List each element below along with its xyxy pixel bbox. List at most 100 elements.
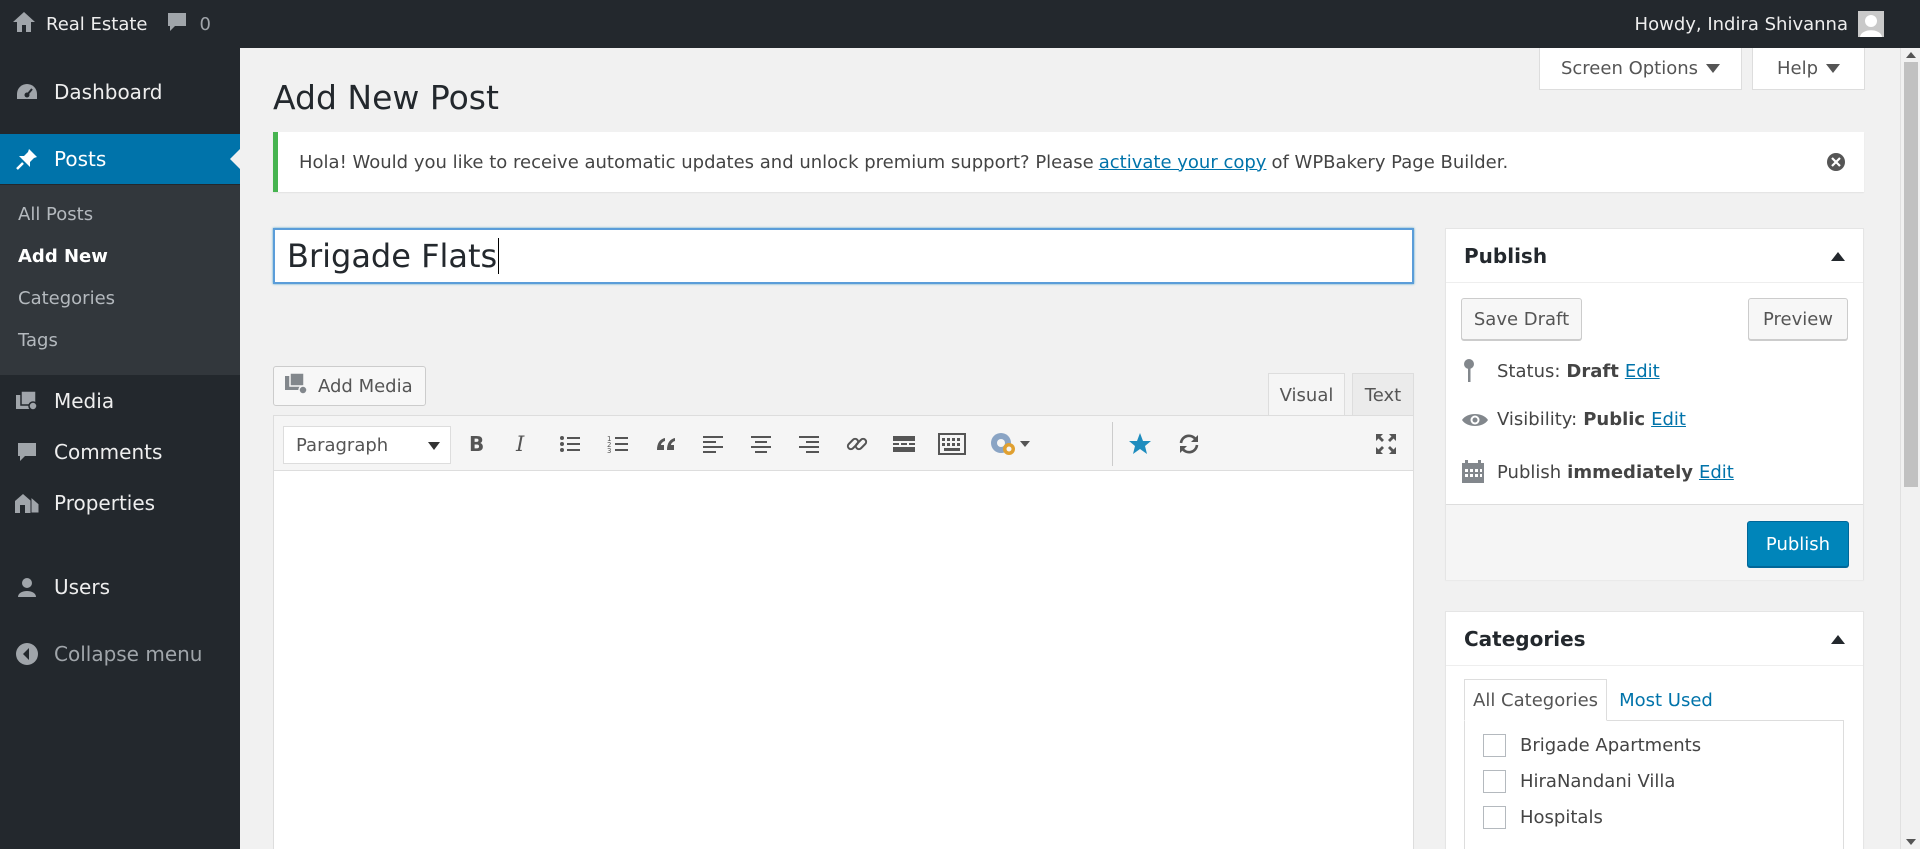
page-scrollbar[interactable] bbox=[1900, 48, 1920, 849]
scroll-down-arrow-icon[interactable] bbox=[1906, 839, 1916, 845]
align-left-button[interactable] bbox=[697, 428, 729, 460]
category-checkbox[interactable] bbox=[1483, 734, 1506, 757]
category-item[interactable]: HiraNandani Villa bbox=[1483, 770, 1675, 793]
refresh-button[interactable] bbox=[1173, 428, 1205, 460]
fullscreen-button[interactable] bbox=[1370, 428, 1402, 460]
insert-link-button[interactable] bbox=[841, 428, 873, 460]
edit-publish-time-link[interactable]: Edit bbox=[1699, 462, 1734, 483]
category-item[interactable]: Hospitals bbox=[1483, 806, 1603, 829]
site-name-link[interactable]: Real Estate bbox=[12, 11, 148, 38]
shortcodes-dropdown-button[interactable] bbox=[986, 428, 1034, 460]
admin-bar: Real Estate 0 Howdy, Indira Shivanna bbox=[0, 0, 1920, 48]
save-draft-button[interactable]: Save Draft bbox=[1461, 298, 1582, 340]
visibility-row: Visibility: Public Edit bbox=[1461, 409, 1686, 430]
sidebar-item-properties[interactable]: Properties bbox=[0, 478, 240, 528]
collapse-arrow-icon bbox=[0, 642, 54, 666]
category-label: Brigade Apartments bbox=[1520, 735, 1702, 756]
dismiss-notice-icon[interactable] bbox=[1826, 152, 1846, 177]
pushpin-icon bbox=[0, 147, 54, 171]
preview-button[interactable]: Preview bbox=[1748, 298, 1848, 340]
comment-bubble-icon bbox=[166, 12, 200, 37]
align-center-button[interactable] bbox=[745, 428, 777, 460]
collapse-toggle-icon[interactable] bbox=[1831, 635, 1845, 644]
italic-icon: I bbox=[515, 433, 525, 455]
read-more-button[interactable] bbox=[888, 428, 920, 460]
sidebar-item-media[interactable]: Media bbox=[0, 376, 240, 426]
submenu-all-posts[interactable]: All Posts bbox=[18, 204, 93, 225]
align-left-icon bbox=[703, 436, 723, 453]
user-icon bbox=[0, 576, 54, 598]
align-right-button[interactable] bbox=[793, 428, 825, 460]
edit-visibility-link[interactable]: Edit bbox=[1651, 409, 1686, 430]
editor-toolbar: Paragraph B I 123 bbox=[273, 415, 1414, 471]
scrollbar-thumb[interactable] bbox=[1904, 62, 1918, 487]
add-media-icon bbox=[284, 371, 310, 401]
collapse-toggle-icon[interactable] bbox=[1831, 252, 1845, 261]
comments-link[interactable]: 0 bbox=[166, 12, 211, 37]
tab-most-used[interactable]: Most Used bbox=[1607, 679, 1721, 721]
categories-box-title: Categories bbox=[1464, 626, 1586, 651]
sidebar-item-users[interactable]: Users bbox=[0, 562, 240, 612]
home-icon bbox=[12, 11, 46, 38]
my-account-menu[interactable]: Howdy, Indira Shivanna bbox=[1635, 0, 1884, 48]
italic-button[interactable]: I bbox=[506, 428, 538, 460]
visibility-value: Public bbox=[1583, 409, 1646, 430]
help-button[interactable]: Help bbox=[1752, 48, 1865, 90]
numbered-list-button[interactable]: 123 bbox=[602, 428, 634, 460]
publish-box: Publish Save Draft Preview Status: Draft… bbox=[1445, 228, 1864, 580]
blockquote-button[interactable] bbox=[650, 428, 682, 460]
category-item[interactable]: Brigade Apartments bbox=[1483, 734, 1701, 757]
edit-status-link[interactable]: Edit bbox=[1625, 361, 1660, 382]
sidebar-item-comments[interactable]: Comments bbox=[0, 427, 240, 477]
bulleted-list-button[interactable] bbox=[554, 428, 586, 460]
format-select[interactable]: Paragraph bbox=[283, 426, 451, 464]
post-title-input[interactable]: Brigade Flats bbox=[273, 228, 1414, 284]
sidebar-item-label: Properties bbox=[54, 491, 156, 515]
caret-down-icon bbox=[1826, 64, 1841, 73]
bold-button[interactable]: B bbox=[460, 428, 492, 460]
tab-all-categories[interactable]: All Categories bbox=[1464, 679, 1608, 721]
bulleted-list-icon bbox=[560, 436, 580, 452]
publish-button[interactable]: Publish bbox=[1747, 521, 1849, 567]
category-tabs: All Categories Most Used bbox=[1464, 679, 1721, 721]
tab-visual[interactable]: Visual bbox=[1268, 373, 1345, 416]
favorite-button[interactable] bbox=[1124, 428, 1156, 460]
submenu-add-new[interactable]: Add New bbox=[18, 246, 108, 267]
blockquote-icon bbox=[657, 438, 675, 450]
categories-box-header[interactable]: Categories bbox=[1446, 612, 1863, 666]
houses-icon bbox=[0, 492, 54, 514]
collapse-menu-label: Collapse menu bbox=[54, 642, 203, 666]
collapse-menu-button[interactable]: Collapse menu bbox=[0, 629, 240, 679]
wpbakery-notice: Hola! Would you like to receive automati… bbox=[273, 132, 1864, 192]
sidebar-item-label: Users bbox=[54, 575, 111, 599]
sidebar-item-posts[interactable]: Posts bbox=[0, 134, 240, 184]
sidebar-item-label: Media bbox=[54, 389, 115, 413]
screen-options-button[interactable]: Screen Options bbox=[1539, 48, 1742, 90]
main-content: Screen Options Help Add New Post Hola! W… bbox=[240, 48, 1900, 849]
add-media-button[interactable]: Add Media bbox=[273, 366, 426, 406]
calendar-icon bbox=[1461, 460, 1493, 484]
category-checkbox[interactable] bbox=[1483, 770, 1506, 793]
numbered-list-icon: 123 bbox=[607, 435, 628, 454]
text-cursor bbox=[498, 238, 500, 274]
toolbar-separator bbox=[1112, 422, 1113, 466]
add-media-label: Add Media bbox=[318, 375, 413, 397]
toolbar-toggle-button[interactable] bbox=[936, 428, 968, 460]
publish-box-header[interactable]: Publish bbox=[1446, 229, 1863, 283]
scroll-up-arrow-icon[interactable] bbox=[1906, 52, 1916, 58]
publish-actions: Publish bbox=[1446, 504, 1863, 580]
tab-text[interactable]: Text bbox=[1352, 373, 1414, 416]
read-more-icon bbox=[893, 436, 915, 452]
eye-icon bbox=[1461, 411, 1493, 429]
category-checklist: Brigade Apartments HiraNandani Villa Hos… bbox=[1464, 720, 1844, 849]
category-checkbox[interactable] bbox=[1483, 806, 1506, 829]
comment-count: 0 bbox=[199, 13, 211, 35]
post-content-editor[interactable] bbox=[273, 471, 1414, 849]
site-name-label: Real Estate bbox=[46, 13, 148, 35]
activate-copy-link[interactable]: activate your copy bbox=[1099, 152, 1267, 173]
submenu-tags[interactable]: Tags bbox=[18, 330, 58, 351]
svg-text:3: 3 bbox=[607, 447, 611, 454]
sidebar-item-dashboard[interactable]: Dashboard bbox=[0, 67, 240, 117]
avatar bbox=[1858, 11, 1884, 37]
submenu-categories[interactable]: Categories bbox=[18, 288, 115, 309]
